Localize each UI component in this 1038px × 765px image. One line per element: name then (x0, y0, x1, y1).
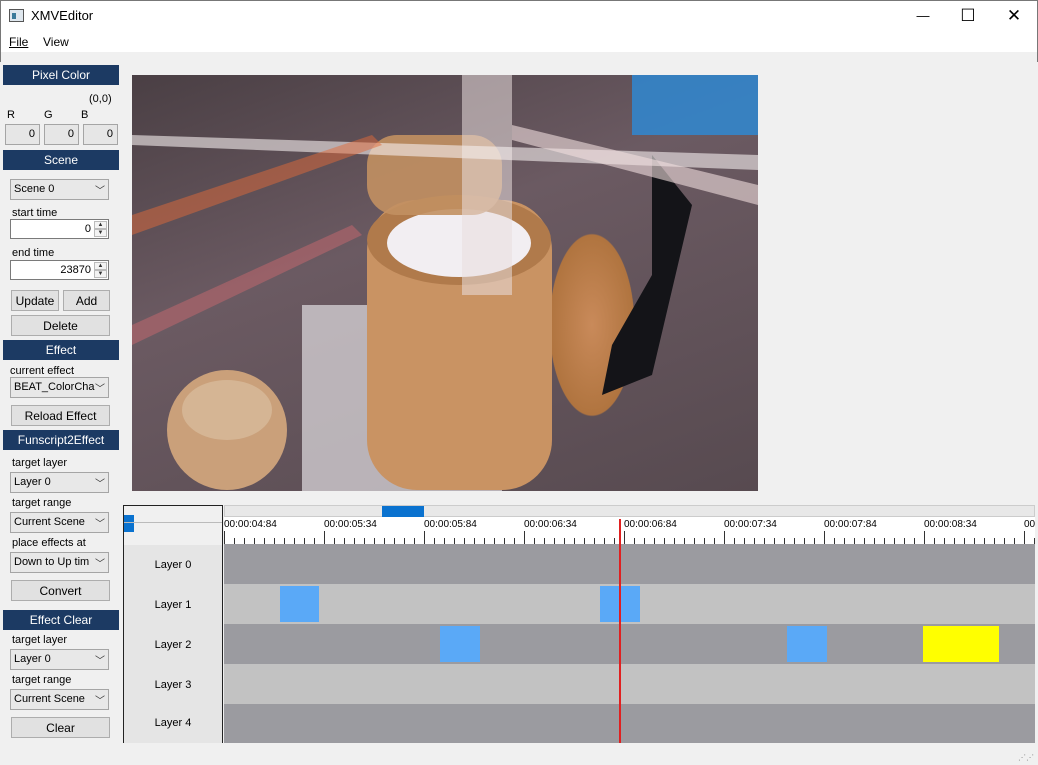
ec-target-layer-value: Layer 0 (14, 653, 51, 665)
funscript-header: Funscript2Effect (3, 430, 119, 450)
layer-label[interactable]: Layer 2 (124, 625, 222, 665)
fs-target-range-select[interactable]: Current Scene ﹀ (10, 512, 109, 533)
fs-target-range-label: target range (12, 497, 72, 509)
pixel-color-header: Pixel Color (3, 65, 119, 85)
tick-label: 00:00:06:84 (624, 519, 677, 530)
layer-label[interactable]: Layer 3 (124, 665, 222, 705)
current-effect-label: current effect (10, 365, 74, 377)
layer-scroll-thumb[interactable] (124, 515, 134, 532)
resize-grip-icon[interactable]: ⋰⋰ (1018, 753, 1034, 762)
pixel-coords: (0,0) (89, 93, 112, 105)
maximize-icon: ☐ (960, 5, 976, 25)
tick-label: 00:00:08:34 (924, 519, 977, 530)
close-icon: ✕ (1006, 5, 1022, 25)
layer-scroll-track (124, 522, 222, 523)
clear-button[interactable]: Clear (11, 717, 110, 738)
effect-clip[interactable] (440, 626, 480, 662)
place-effects-select[interactable]: Down to Up tim ﹀ (10, 552, 109, 573)
place-effects-label: place effects at (12, 537, 86, 549)
g-label: G (44, 109, 53, 121)
chevron-down-icon[interactable]: ▼ (94, 229, 107, 237)
scene-select[interactable]: Scene 0 ﹀ (10, 179, 109, 200)
scene-header: Scene (3, 150, 119, 170)
b-value: 0 (83, 124, 118, 145)
chevron-down-icon: ﹀ (95, 656, 105, 667)
end-time-value: 23870 (60, 264, 91, 276)
close-button[interactable]: ✕ (991, 0, 1037, 31)
app-icon (9, 9, 24, 22)
r-label: R (7, 109, 15, 121)
window-title: XMVEditor (31, 8, 94, 23)
layer-label[interactable]: Layer 1 (124, 585, 222, 625)
chevron-down-icon: ﹀ (95, 519, 105, 530)
fs-target-layer-value: Layer 0 (14, 476, 51, 488)
fs-target-range-value: Current Scene (14, 516, 85, 528)
update-button[interactable]: Update (11, 290, 59, 311)
current-effect-value: BEAT_ColorCha (14, 381, 95, 393)
chevron-down-icon: ﹀ (95, 384, 105, 395)
b-label: B (81, 109, 89, 121)
fs-target-layer-select[interactable]: Layer 0 ﹀ (10, 472, 109, 493)
playhead[interactable] (619, 519, 621, 743)
chevron-up-icon[interactable]: ▲ (94, 221, 107, 229)
reload-effect-button[interactable]: Reload Effect (11, 405, 110, 426)
menu-separator (0, 52, 1038, 62)
scene-select-value: Scene 0 (14, 183, 55, 195)
ec-target-range-value: Current Scene (14, 693, 85, 705)
timeline-ruler[interactable]: 00:00:04:84 00:00:05:34 00:00:05:84 00:0… (224, 517, 1035, 544)
layer-label[interactable]: Layer 4 (124, 703, 222, 743)
start-time-label: start time (12, 207, 58, 219)
ec-target-range-select[interactable]: Current Scene ﹀ (10, 689, 109, 710)
tick-label: 00:00:06:34 (524, 519, 577, 530)
convert-button[interactable]: Convert (11, 580, 110, 601)
start-time-value: 0 (84, 223, 91, 235)
chevron-down-icon: ﹀ (95, 696, 105, 707)
ec-target-range-label: target range (12, 674, 72, 686)
track-layer-4[interactable] (224, 704, 1035, 743)
effect-clear-header: Effect Clear (3, 610, 119, 630)
video-frame-image (132, 75, 758, 491)
add-button[interactable]: Add (63, 290, 110, 311)
delete-button[interactable]: Delete (11, 315, 110, 336)
end-time-label: end time (12, 247, 55, 259)
minimize-icon: — (916, 8, 930, 23)
chevron-down-icon: ﹀ (95, 479, 105, 490)
minimize-button[interactable]: — (900, 0, 946, 31)
tick-label: 00:00:05:84 (424, 519, 477, 530)
effect-clip[interactable] (280, 586, 319, 622)
current-effect-select[interactable]: BEAT_ColorCha ﹀ (10, 377, 109, 398)
place-effects-value: Down to Up tim (14, 556, 90, 568)
effect-clip[interactable] (787, 626, 827, 662)
tick-label: 00:00:04:84 (224, 519, 277, 530)
menu-file[interactable]: File (9, 35, 28, 49)
video-preview[interactable] (132, 75, 758, 491)
track-layer-2[interactable] (224, 624, 1035, 664)
g-value: 0 (44, 124, 79, 145)
timeline-horizontal-scrollbar[interactable] (224, 505, 1035, 518)
chevron-up-icon[interactable]: ▲ (94, 262, 107, 270)
menu-bar (0, 32, 1038, 52)
start-time-input[interactable]: 0 ▲ ▼ (10, 219, 109, 239)
tick-label: 00 (1024, 519, 1036, 530)
tick-label: 00:00:07:84 (824, 519, 877, 530)
ec-target-layer-label: target layer (12, 634, 68, 646)
tick-label: 00:00:05:34 (324, 519, 377, 530)
chevron-down-icon[interactable]: ▼ (94, 270, 107, 278)
timeline-tracks[interactable] (224, 544, 1035, 743)
title-bar (0, 0, 1038, 32)
ec-target-layer-select[interactable]: Layer 0 ﹀ (10, 649, 109, 670)
menu-view[interactable]: View (43, 35, 69, 49)
maximize-button[interactable]: ☐ (945, 0, 991, 31)
end-time-input[interactable]: 23870 ▲ ▼ (10, 260, 109, 280)
r-value: 0 (5, 124, 40, 145)
track-layer-0[interactable] (224, 544, 1035, 584)
tick-label: 00:00:07:34 (724, 519, 777, 530)
fs-target-layer-label: target layer (12, 457, 68, 469)
effect-clip-selected[interactable] (923, 626, 999, 662)
track-layer-3[interactable] (224, 664, 1035, 704)
chevron-down-icon: ﹀ (95, 186, 105, 197)
chevron-down-icon: ﹀ (95, 559, 105, 570)
effect-header: Effect (3, 340, 119, 360)
layer-label[interactable]: Layer 0 (124, 545, 222, 585)
